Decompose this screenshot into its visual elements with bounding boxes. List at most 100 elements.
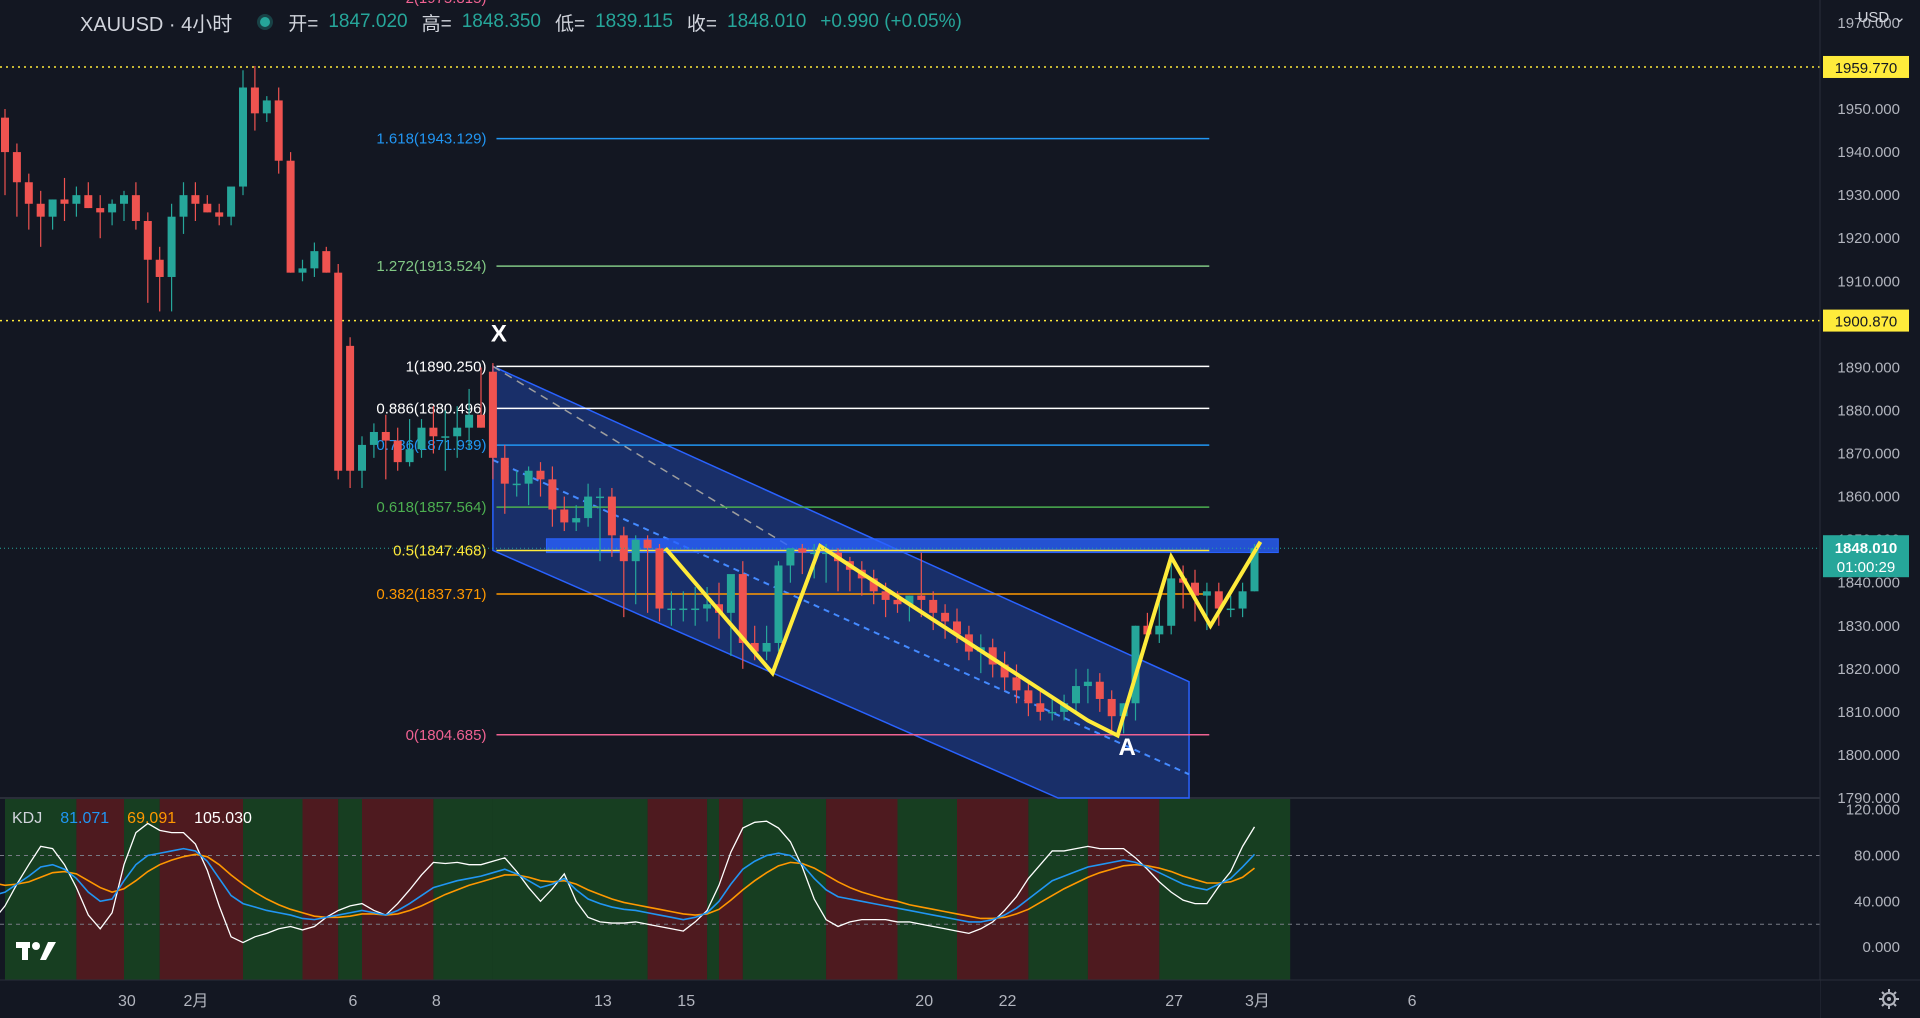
candle-body [24,182,33,204]
time-tick-label: 15 [677,993,695,1010]
candle-body [584,496,593,519]
candle-body [917,595,926,600]
price-tick-label: 1860.000 [1837,489,1900,506]
price-label-text: 1848.010 [1835,540,1898,557]
candle-body [941,612,950,622]
fib-level-label: 0(1804.685) [406,727,487,744]
kdj-region-bull [338,798,362,980]
candle-body [1048,711,1057,714]
candle-body [465,414,474,428]
price-tick-label: 1890.000 [1837,359,1900,376]
price-tick-label: 1910.000 [1837,273,1900,290]
candle-body [786,548,795,566]
candle-body [667,608,676,611]
kdj-region-bull [1159,798,1291,980]
candle-body [548,479,557,510]
candle-body [560,509,569,523]
candle-body [36,203,45,217]
change-value: +0.990 (+0.05%) [820,11,962,32]
price-label-text: 1959.770 [1835,60,1898,77]
candle-body [12,152,21,183]
price-tick-label: 1800.000 [1837,747,1900,764]
candle-body [250,87,259,114]
kdj-region-bull [742,798,827,980]
fib-level-label: 1.618(1943.129) [376,131,486,148]
price-tick-label: 1880.000 [1837,402,1900,419]
chart-canvas[interactable]: 2(1975.815)1.618(1943.129)1.272(1913.524… [0,0,1920,1018]
candle-body [381,431,390,441]
market-status-icon [260,17,271,27]
high-label: 高= [421,13,452,35]
currency-selector[interactable]: USD ⌄ [1858,8,1906,26]
price-tick-label: 1870.000 [1837,446,1900,463]
kdj-region-bull [433,798,493,980]
candle-body [215,212,224,217]
candle-body [239,87,247,187]
candle-body [60,199,69,204]
kdj-j-value: 105.030 [194,810,252,827]
candle-body [310,251,319,269]
candle-body [429,427,438,437]
candle-body [298,268,307,273]
kdj-name: KDJ [12,810,43,827]
candle-body [1107,698,1116,717]
candle-body [798,548,807,553]
candle-body [179,195,188,217]
candle-body [643,539,652,549]
candle-body [203,203,212,213]
kdj-tick-label: 40.000 [1854,893,1900,910]
kdj-region-bear [1087,798,1160,980]
candle-body [1226,608,1235,611]
time-tick-label: 2月 [183,993,208,1010]
kdj-region-bull [897,798,957,980]
kdj-region-bear [719,798,743,980]
pattern-point-label: A [1118,734,1135,761]
candle-body [274,100,283,161]
kdj-region-bear [957,798,1029,980]
time-tick-label: 6 [349,993,358,1010]
candle-body [453,427,462,437]
fib-level-label: 0.786(1871.939) [376,437,486,454]
candle-body [703,604,712,609]
time-tick-label: 3月 [1245,993,1270,1010]
candle-body [322,251,331,273]
open-label: 开= [288,13,319,35]
candle-body [631,539,640,562]
candle-body [596,496,604,499]
candle-body [191,195,200,204]
symbol-title[interactable]: XAUUSD · 4小时 [80,8,232,37]
price-tick-label: 1810.000 [1837,704,1900,721]
chevron-down-icon: ⌄ [1893,9,1906,26]
candle-body [227,186,236,217]
fib-level-label: 0.618(1857.564) [376,499,486,516]
close-label: 收= [686,13,718,35]
candle-body [726,574,735,613]
price-tick-label: 1920.000 [1837,230,1900,247]
tradingview-logo-icon[interactable] [16,940,60,962]
candle-body [167,216,176,277]
fib-level-label: 0.5(1847.468) [393,543,486,560]
candle-body [441,436,450,438]
candle-body [369,431,378,445]
low-label: 低= [554,13,586,35]
candle-body [417,427,426,450]
kdj-k-value: 81.071 [60,810,110,827]
kdj-d-value: 69.091 [127,810,177,827]
low-value: 1839.115 [595,11,673,32]
candle-body [346,345,355,471]
price-tick-label: 1950.000 [1837,101,1900,118]
candle-body [393,440,402,463]
chart-stage[interactable]: 2(1975.815)1.618(1943.129)1.272(1913.524… [0,0,1920,1018]
gear-icon[interactable] [1878,988,1900,1010]
time-tick-label: 13 [594,993,612,1010]
candle-body [108,203,117,213]
price-tick-label: 1930.000 [1837,187,1900,204]
kdj-region-bull [1028,798,1088,980]
candle-body [929,599,938,613]
candle-body [679,608,688,611]
kdj-legend[interactable]: KDJ 81.071 69.091 105.030 [12,810,252,828]
kdj-region-bear [302,798,339,980]
candle-body [1155,625,1164,635]
candle-body [607,496,616,536]
candle-body [500,457,509,484]
